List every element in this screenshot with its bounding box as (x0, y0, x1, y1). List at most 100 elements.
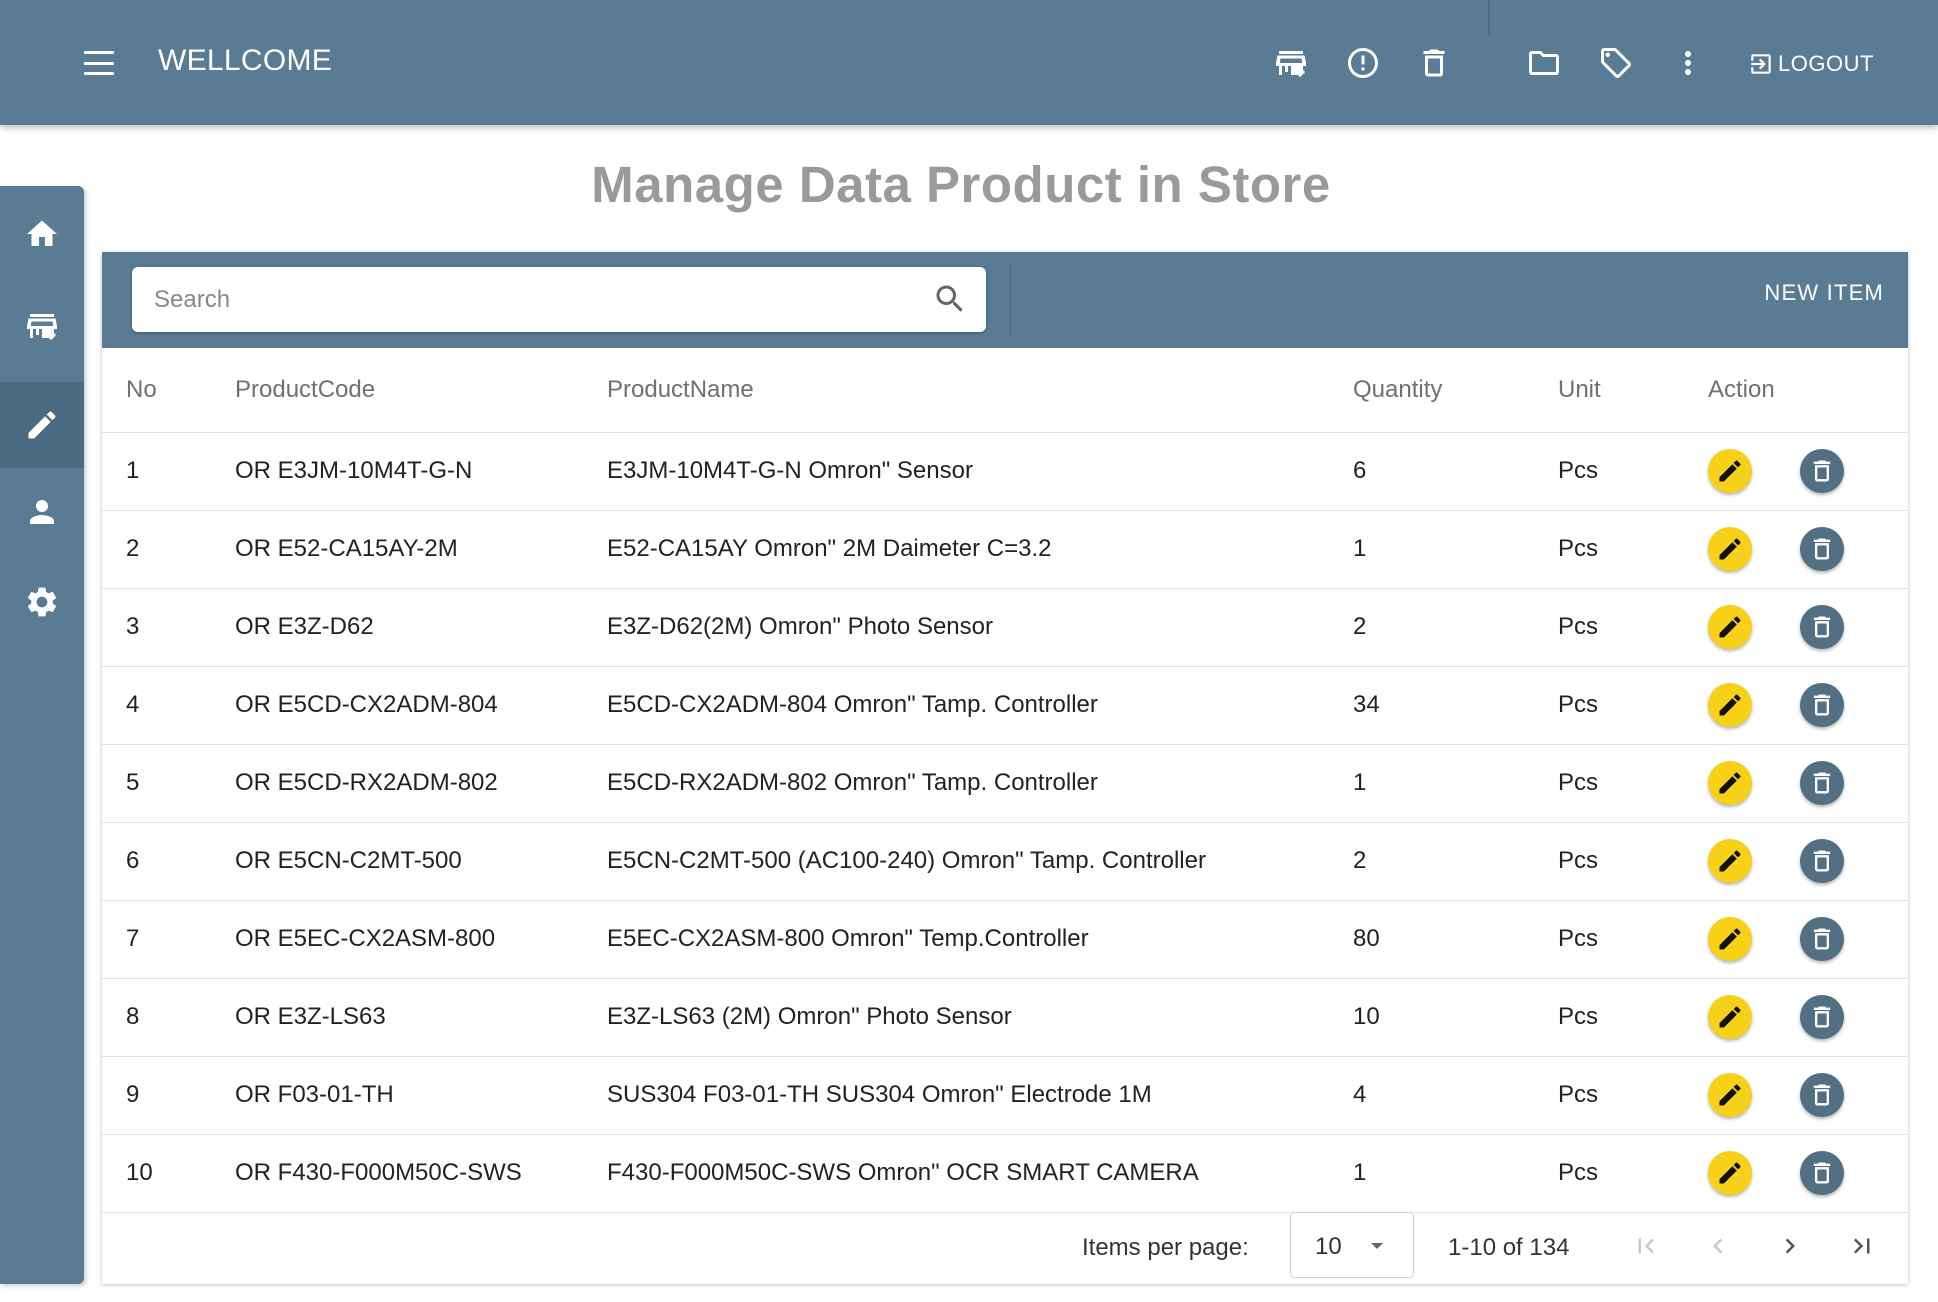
edit-icon (1716, 847, 1744, 875)
column-header-product-code[interactable]: ProductCode (235, 348, 607, 433)
edit-button[interactable] (1708, 1151, 1752, 1195)
cell-no: 3 (102, 588, 235, 667)
product-table: No ProductCode ProductName Quantity Unit… (102, 348, 1908, 1213)
table-header-row: No ProductCode ProductName Quantity Unit… (102, 348, 1908, 433)
settings-icon (27, 587, 57, 617)
search-field[interactable] (132, 267, 986, 332)
sidebar-item-add-store[interactable] (0, 283, 84, 369)
previous-page-button[interactable] (1696, 1224, 1740, 1268)
delete-icon (1808, 925, 1836, 953)
cell-quantity: 1 (1353, 510, 1558, 589)
last-page-icon (1853, 1238, 1870, 1254)
cell-product-name: E5CN-C2MT-500 (AC100-240) Omron" Tamp. C… (607, 822, 1353, 901)
delete-button[interactable] (1800, 1151, 1844, 1195)
top-app-bar: WELLCOME LOGOUT (0, 0, 1938, 125)
first-page-button[interactable] (1624, 1224, 1668, 1268)
edit-button[interactable] (1708, 995, 1752, 1039)
cell-product-code: OR E3Z-LS63 (235, 978, 607, 1057)
search-input[interactable] (154, 267, 914, 332)
edit-button[interactable] (1708, 1073, 1752, 1117)
cell-no: 4 (102, 666, 235, 745)
delete-button[interactable] (1800, 527, 1844, 571)
table-row: 3 OR E3Z-D62 E3Z-D62(2M) Omron" Photo Sens… (102, 588, 1908, 667)
edit-icon (1716, 535, 1744, 563)
delete-icon (1808, 535, 1836, 563)
edit-button[interactable] (1708, 527, 1752, 571)
app-title: WELLCOME (158, 44, 333, 77)
cell-product-code: OR F03-01-TH (235, 1056, 607, 1135)
edit-button[interactable] (1708, 839, 1752, 883)
edit-button[interactable] (1708, 917, 1752, 961)
cell-unit: Pcs (1558, 588, 1708, 667)
edit-icon (1716, 613, 1744, 641)
cell-quantity: 4 (1353, 1056, 1558, 1135)
delete-button[interactable] (1800, 1073, 1844, 1117)
cell-product-code: OR E5CN-C2MT-500 (235, 822, 607, 901)
cell-product-name: E52-CA15AY Omron" 2M Daimeter C=3.2 (607, 510, 1353, 589)
edit-button[interactable] (1708, 683, 1752, 727)
edit-icon (28, 411, 56, 439)
tag-icon[interactable] (1595, 42, 1637, 84)
edit-icon (1716, 1159, 1744, 1187)
delete-button[interactable] (1800, 761, 1844, 805)
logout-icon (1751, 54, 1771, 74)
edit-button[interactable] (1708, 605, 1752, 649)
cell-unit: Pcs (1558, 510, 1708, 589)
cell-action (1708, 588, 1908, 667)
column-header-no[interactable]: No (102, 348, 235, 433)
delete-icon[interactable] (1413, 42, 1455, 84)
cell-no: 2 (102, 510, 235, 589)
cell-action (1708, 978, 1908, 1057)
add-to-store-icon[interactable] (1270, 42, 1312, 84)
cell-quantity: 10 (1353, 978, 1558, 1057)
cell-no: 6 (102, 822, 235, 901)
column-header-quantity[interactable]: Quantity (1353, 348, 1558, 433)
cell-product-name: E5EC-CX2ASM-800 Omron" Temp.Controller (607, 900, 1353, 979)
cell-unit: Pcs (1558, 900, 1708, 979)
sidebar-item-edit[interactable] (0, 382, 84, 468)
last-page-button[interactable] (1840, 1224, 1884, 1268)
sidebar-item-home[interactable] (0, 191, 84, 277)
delete-icon (1808, 457, 1836, 485)
sidebar-item-settings[interactable] (0, 559, 84, 645)
cell-action (1708, 744, 1908, 823)
delete-button[interactable] (1800, 449, 1844, 493)
sidebar-item-user[interactable] (0, 469, 84, 555)
side-navigation (0, 186, 84, 1284)
table-toolbar: NEW ITEM (102, 252, 1908, 348)
cell-no: 10 (102, 1134, 235, 1213)
cell-unit: Pcs (1558, 744, 1708, 823)
column-header-product-name[interactable]: ProductName (607, 348, 1353, 433)
more-vert-icon[interactable] (1667, 42, 1709, 84)
delete-button[interactable] (1800, 917, 1844, 961)
delete-button[interactable] (1800, 683, 1844, 727)
cell-action (1708, 1056, 1908, 1135)
items-per-page-label: Items per page: (1082, 1234, 1249, 1261)
delete-button[interactable] (1800, 839, 1844, 883)
alert-icon[interactable] (1342, 42, 1384, 84)
edit-button[interactable] (1708, 449, 1752, 493)
new-item-button[interactable]: NEW ITEM (1764, 280, 1884, 306)
edit-button[interactable] (1708, 761, 1752, 805)
top-bar-separator (1488, 0, 1490, 35)
person-icon (30, 500, 54, 524)
cell-unit: Pcs (1558, 822, 1708, 901)
table-row: 4 OR E5CD-CX2ADM-804 E5CD-CX2ADM-804 Omron… (102, 666, 1908, 745)
next-page-button[interactable] (1768, 1224, 1812, 1268)
cell-quantity: 80 (1353, 900, 1558, 979)
table-row: 10 OR F430-F000M50C-SWS F430-F000M50C-SWS … (102, 1134, 1908, 1213)
cell-action (1708, 432, 1908, 511)
column-header-unit[interactable]: Unit (1558, 348, 1708, 433)
first-page-icon (1638, 1238, 1655, 1254)
menu-icon[interactable] (78, 46, 120, 80)
folder-icon[interactable] (1523, 42, 1565, 84)
search-icon[interactable] (932, 281, 968, 317)
cell-quantity: 2 (1353, 822, 1558, 901)
cell-unit: Pcs (1558, 1056, 1708, 1135)
logout-button[interactable]: LOGOUT (1748, 44, 1874, 84)
cell-quantity: 1 (1353, 1134, 1558, 1213)
delete-button[interactable] (1800, 605, 1844, 649)
page-size-select[interactable]: 10 (1290, 1212, 1414, 1278)
delete-button[interactable] (1800, 995, 1844, 1039)
chevron-left-icon (1713, 1238, 1723, 1254)
